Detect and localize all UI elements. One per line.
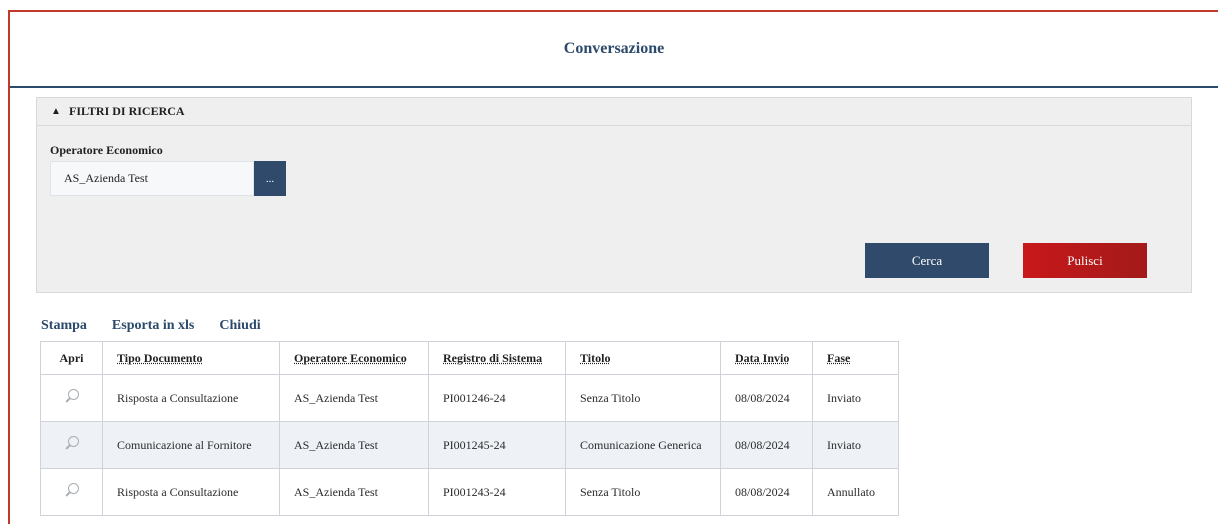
col-header-tipo-documento[interactable]: Tipo Documento: [102, 341, 280, 375]
cell-fase: Annullato: [812, 468, 899, 516]
open-row-cell[interactable]: [40, 374, 103, 422]
cell-fase: Inviato: [812, 374, 899, 422]
cell-titolo: Senza Titolo: [565, 374, 721, 422]
print-link[interactable]: Stampa: [41, 318, 87, 334]
export-xls-link[interactable]: Esporta in xls: [112, 318, 194, 334]
col-header-registro-di-sistema[interactable]: Registro di Sistema: [428, 341, 566, 375]
cell-operatore-economico: AS_Azienda Test: [279, 468, 429, 516]
filters-toggle[interactable]: ▲ FILTRI DI RICERCA: [37, 98, 1191, 126]
operatore-economico-field: AS_Azienda Test ...: [50, 161, 286, 196]
search-icon[interactable]: [65, 483, 79, 497]
cell-titolo: Senza Titolo: [565, 468, 721, 516]
close-link[interactable]: Chiudi: [219, 318, 260, 334]
results-table: Apri Tipo Documento Operatore Economico …: [40, 341, 899, 516]
filters-title: FILTRI DI RICERCA: [69, 104, 185, 118]
search-button[interactable]: Cerca: [865, 243, 989, 278]
col-header-apri: Apri: [40, 341, 103, 375]
cell-registro-di-sistema: PI001246-24: [428, 374, 566, 422]
open-row-cell[interactable]: [40, 468, 103, 516]
lookup-button[interactable]: ...: [254, 161, 286, 196]
operatore-economico-label: Operatore Economico: [50, 143, 163, 157]
cell-tipo-documento: Risposta a Consultazione: [102, 468, 280, 516]
col-header-fase[interactable]: Fase: [812, 341, 899, 375]
cell-fase: Inviato: [812, 421, 899, 469]
cell-titolo: Comunicazione Generica: [565, 421, 721, 469]
cell-tipo-documento: Risposta a Consultazione: [102, 374, 280, 422]
table-header-row: Apri Tipo Documento Operatore Economico …: [40, 341, 899, 375]
cell-data-invio: 08/08/2024: [720, 421, 813, 469]
cell-tipo-documento: Comunicazione al Fornitore: [102, 421, 280, 469]
operatore-economico-input[interactable]: AS_Azienda Test: [50, 161, 254, 196]
col-header-operatore-economico[interactable]: Operatore Economico: [279, 341, 429, 375]
col-header-data-invio[interactable]: Data Invio: [720, 341, 813, 375]
cell-data-invio: 08/08/2024: [720, 468, 813, 516]
search-filters-panel: ▲ FILTRI DI RICERCA Operatore Economico …: [36, 97, 1192, 293]
page-header: Conversazione: [10, 12, 1218, 88]
table-row: Comunicazione al Fornitore AS_Azienda Te…: [40, 421, 899, 469]
toolbar-actions: Stampa Esporta in xls Chiudi: [41, 318, 261, 334]
cell-data-invio: 08/08/2024: [720, 374, 813, 422]
table-row: Risposta a Consultazione AS_Azienda Test…: [40, 468, 899, 516]
cell-registro-di-sistema: PI001245-24: [428, 421, 566, 469]
cell-operatore-economico: AS_Azienda Test: [279, 374, 429, 422]
cell-registro-di-sistema: PI001243-24: [428, 468, 566, 516]
open-row-cell[interactable]: [40, 421, 103, 469]
search-icon[interactable]: [65, 389, 79, 403]
chevron-up-icon: ▲: [51, 106, 61, 117]
search-icon[interactable]: [65, 436, 79, 450]
table-row: Risposta a Consultazione AS_Azienda Test…: [40, 374, 899, 422]
clear-button[interactable]: Pulisci: [1023, 243, 1147, 278]
col-header-titolo[interactable]: Titolo: [565, 341, 721, 375]
page-title: Conversazione: [563, 40, 665, 57]
cell-operatore-economico: AS_Azienda Test: [279, 421, 429, 469]
